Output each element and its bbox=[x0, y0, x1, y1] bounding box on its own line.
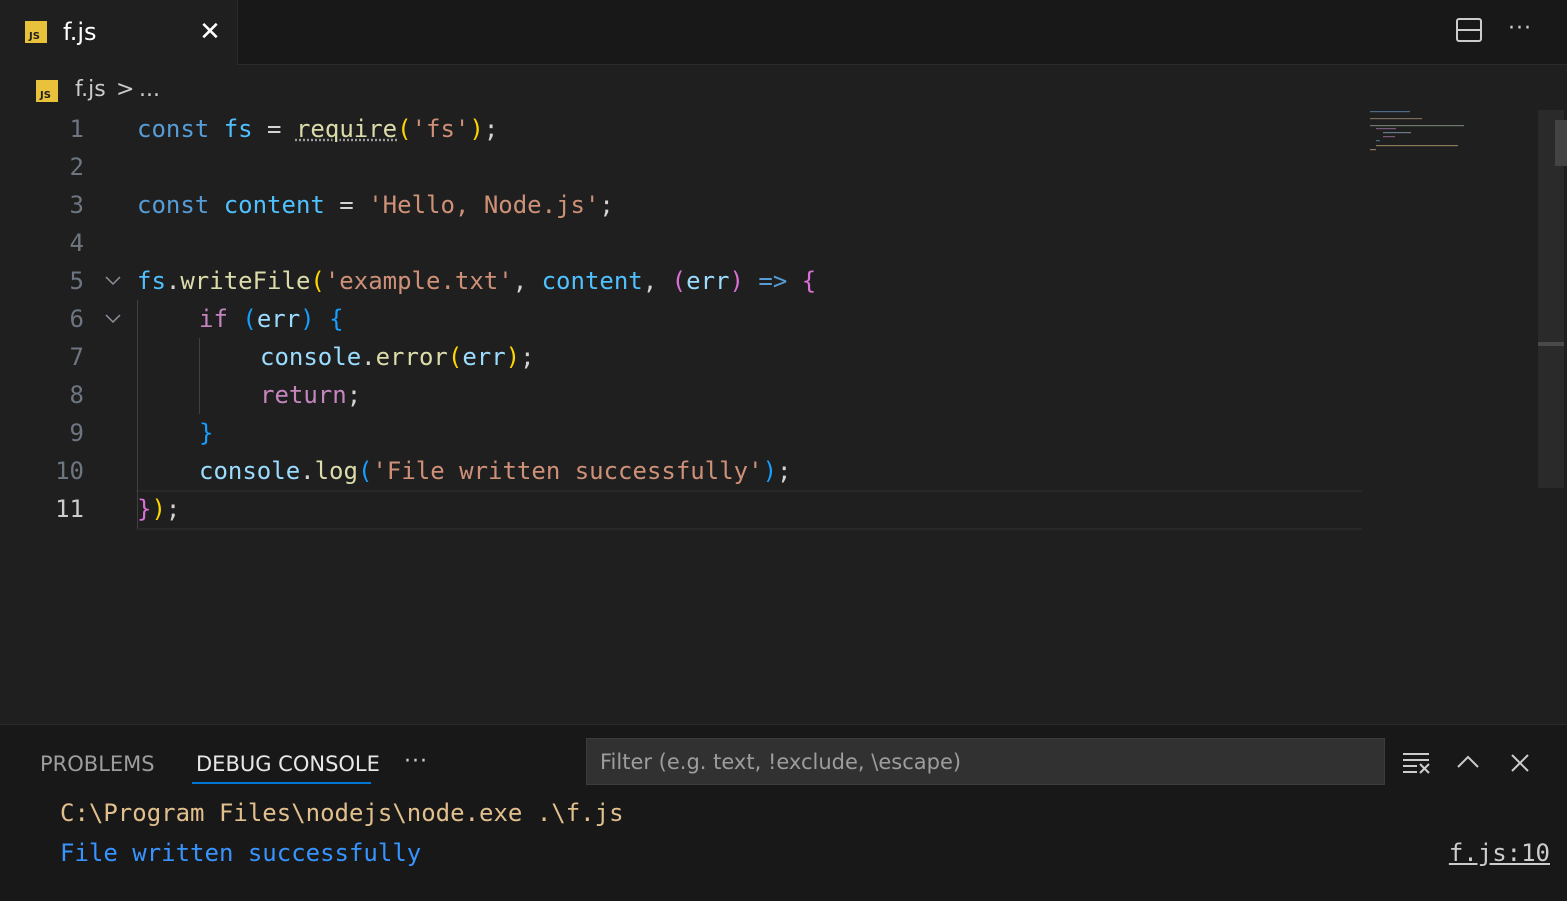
line-number: 11 bbox=[55, 495, 84, 523]
line-number: 2 bbox=[69, 153, 84, 181]
javascript-file-icon: JS bbox=[25, 21, 47, 43]
code-text: const content = 'Hello, Node.js'; bbox=[137, 191, 614, 219]
line-number: 8 bbox=[69, 381, 84, 409]
filter-field[interactable] bbox=[586, 738, 1385, 785]
more-views-icon[interactable]: ··· bbox=[404, 747, 428, 777]
breadcrumb-symbols[interactable]: ... bbox=[139, 74, 160, 106]
line-number: 9 bbox=[69, 419, 84, 447]
scrollbar-cursor-marker bbox=[1538, 342, 1564, 346]
code-text: console.log('File written successfully')… bbox=[199, 457, 792, 485]
more-actions-icon[interactable]: ··· bbox=[1503, 14, 1537, 48]
minimap[interactable] bbox=[1369, 108, 1469, 158]
source-location-link[interactable]: f.js:10 bbox=[1449, 834, 1550, 872]
code-line: 4 bbox=[0, 224, 1540, 262]
code-line: 3 const content = 'Hello, Node.js'; bbox=[0, 186, 1540, 224]
debug-panel: PROBLEMS DEBUG CONSOLE ··· C:\Program Fi… bbox=[0, 724, 1567, 901]
code-editor[interactable]: 1 const fs = require('fs'); 2 3 const co… bbox=[0, 110, 1540, 724]
tab-debug-console[interactable]: DEBUG CONSOLE bbox=[196, 749, 380, 779]
line-number: 6 bbox=[69, 305, 84, 333]
console-log-line: File written successfully bbox=[60, 839, 422, 867]
line-number: 7 bbox=[69, 343, 84, 371]
line-number: 3 bbox=[69, 191, 84, 219]
line-number: 1 bbox=[69, 115, 84, 143]
clear-console-icon[interactable] bbox=[1400, 747, 1432, 779]
code-line: 6 if (err) { bbox=[0, 300, 1540, 338]
filter-input[interactable] bbox=[587, 739, 1384, 784]
code-line: 11 }); bbox=[0, 490, 1540, 528]
line-number: 4 bbox=[69, 229, 84, 257]
tab-label: f.js bbox=[63, 18, 97, 46]
active-tab-indicator bbox=[192, 782, 371, 784]
scrollbar-slider[interactable] bbox=[1555, 120, 1567, 166]
javascript-file-icon: JS bbox=[36, 80, 58, 102]
code-text: if (err) { bbox=[199, 305, 344, 333]
code-text: }); bbox=[137, 495, 181, 523]
code-text: const fs = require('fs'); bbox=[137, 115, 499, 143]
line-number: 5 bbox=[69, 267, 84, 295]
code-line: 8 return; bbox=[0, 376, 1540, 414]
vertical-scrollbar[interactable] bbox=[1538, 110, 1564, 488]
line-number: 10 bbox=[55, 457, 84, 485]
chevron-down-icon[interactable] bbox=[104, 309, 122, 327]
code-line: 9 } bbox=[0, 414, 1540, 452]
chevron-down-icon[interactable] bbox=[104, 271, 122, 289]
breadcrumb-file[interactable]: f.js bbox=[75, 74, 106, 106]
split-editor-icon[interactable] bbox=[1455, 16, 1483, 44]
code-line: 1 const fs = require('fs'); bbox=[0, 110, 1540, 148]
code-text: return; bbox=[260, 381, 362, 409]
chevron-right-icon: > bbox=[116, 77, 135, 102]
tab-f-js[interactable]: JS f.js ✕ bbox=[0, 0, 238, 65]
tab-bar: JS f.js ✕ ··· bbox=[0, 0, 1567, 65]
code-line: 10 console.log('File written successfull… bbox=[0, 452, 1540, 490]
breadcrumb: JS f.js > ... bbox=[0, 66, 1567, 112]
code-line: 7 console.error(err); bbox=[0, 338, 1540, 376]
code-text: console.error(err); bbox=[260, 343, 535, 371]
code-line: 2 bbox=[0, 148, 1540, 186]
close-panel-icon[interactable] bbox=[1504, 747, 1536, 779]
maximize-panel-icon[interactable] bbox=[1452, 747, 1484, 779]
code-text: } bbox=[199, 419, 214, 447]
code-text: fs.writeFile('example.txt', content, (er… bbox=[137, 267, 817, 295]
console-command-line: C:\Program Files\nodejs\node.exe .\f.js bbox=[60, 799, 624, 827]
close-icon[interactable]: ✕ bbox=[193, 16, 227, 50]
tab-problems[interactable]: PROBLEMS bbox=[40, 749, 155, 779]
code-line: 5 fs.writeFile('example.txt', content, (… bbox=[0, 262, 1540, 300]
